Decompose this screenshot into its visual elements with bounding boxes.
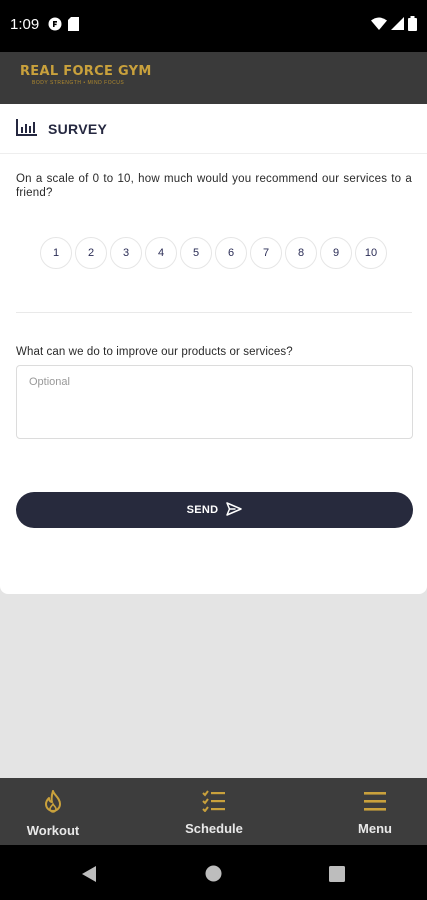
nav-menu[interactable]: Menu <box>330 790 420 836</box>
survey-card: SURVEY On a scale of 0 to 10, how much w… <box>0 104 427 594</box>
recommend-question: On a scale of 0 to 10, how much would yo… <box>16 173 412 199</box>
rating-scale: 1 2 3 4 5 6 7 8 9 10 <box>40 237 387 269</box>
rating-button-4[interactable]: 4 <box>145 237 177 269</box>
nav-workout-label: Workout <box>26 823 80 838</box>
improve-question: What can we do to improve our products o… <box>16 346 293 358</box>
logo-text: REAL FORCE GYM <box>20 64 152 79</box>
status-time: 1:09 <box>10 16 40 33</box>
send-button-label: SEND <box>186 504 219 516</box>
flame-icon <box>8 790 98 817</box>
gym-logo: REAL FORCE GYM BODY STRENGTH • MIND FOCU… <box>20 64 152 87</box>
nav-schedule-label: Schedule <box>185 821 243 836</box>
feedback-textarea[interactable] <box>16 365 413 439</box>
nav-schedule[interactable]: Schedule <box>169 790 259 836</box>
rating-button-8[interactable]: 8 <box>285 237 317 269</box>
rating-button-10[interactable]: 10 <box>355 237 387 269</box>
status-bar: 1:09 <box>0 0 427 52</box>
bottom-nav: Workout Schedule Menu <box>0 778 427 845</box>
rating-button-3[interactable]: 3 <box>110 237 142 269</box>
survey-title: SURVEY <box>48 121 108 137</box>
wifi-icon <box>371 17 387 36</box>
app-header: REAL FORCE GYM BODY STRENGTH • MIND FOCU… <box>0 52 427 104</box>
rating-button-5[interactable]: 5 <box>180 237 212 269</box>
rating-button-2[interactable]: 2 <box>75 237 107 269</box>
home-icon[interactable] <box>205 865 222 887</box>
system-nav-bar <box>0 845 427 900</box>
send-button[interactable]: SEND <box>16 492 413 528</box>
nav-menu-label: Menu <box>358 821 392 836</box>
bar-chart-icon <box>16 118 38 141</box>
sd-card-icon <box>68 17 79 36</box>
nav-workout[interactable]: Workout <box>8 790 98 838</box>
send-icon <box>226 501 243 519</box>
divider <box>16 312 412 313</box>
rating-button-7[interactable]: 7 <box>250 237 282 269</box>
battery-icon <box>408 16 417 36</box>
app-notification-icon <box>48 17 62 36</box>
rating-button-9[interactable]: 9 <box>320 237 352 269</box>
recents-icon[interactable] <box>329 866 345 887</box>
survey-card-header: SURVEY <box>0 104 427 154</box>
rating-button-6[interactable]: 6 <box>215 237 247 269</box>
rating-button-1[interactable]: 1 <box>40 237 72 269</box>
logo-tagline: BODY STRENGTH • MIND FOCUS <box>32 80 125 86</box>
checklist-icon <box>169 790 259 815</box>
back-icon[interactable] <box>81 865 97 888</box>
hamburger-menu-icon <box>330 790 420 815</box>
cell-signal-icon <box>391 17 404 35</box>
